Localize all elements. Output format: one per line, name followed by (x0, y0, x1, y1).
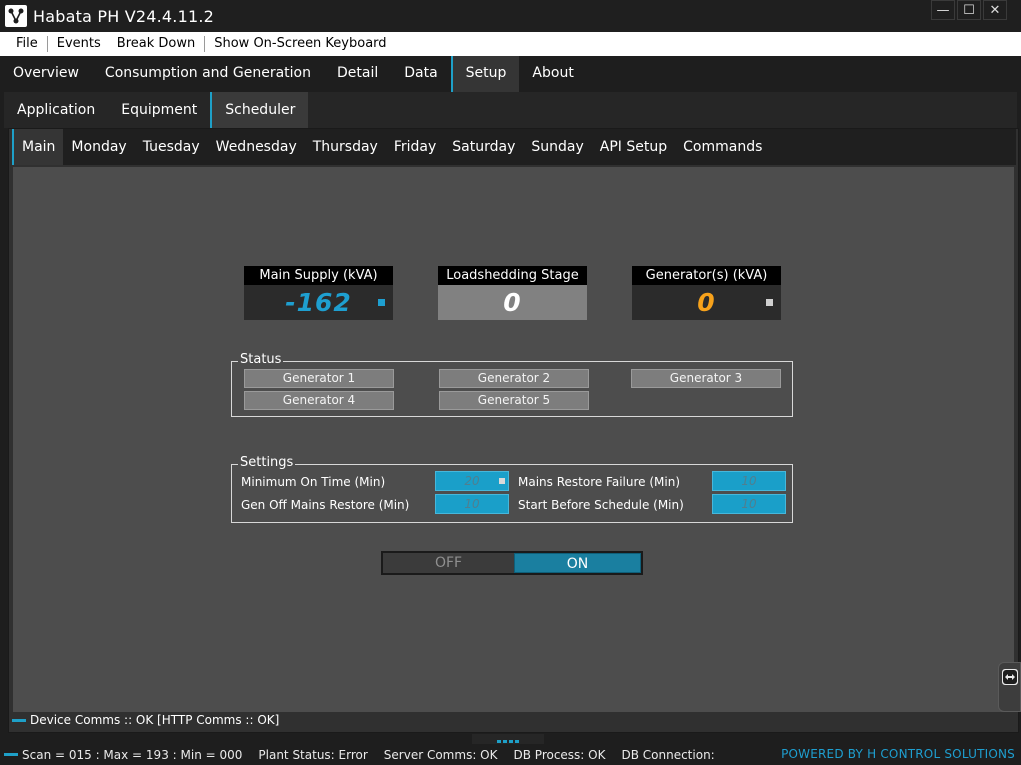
indicator-dot-icon (378, 299, 385, 306)
device-comms-status: Device Comms :: OK [HTTP Comms :: OK] (12, 713, 279, 727)
tab-overview[interactable]: Overview (0, 56, 92, 92)
tab-wednesday[interactable]: Wednesday (208, 129, 305, 165)
status-group-title: Status (238, 352, 284, 368)
generator-2-indicator[interactable]: Generator 2 (439, 369, 589, 388)
start-before-schedule-value: 10 (741, 497, 757, 511)
generator-1-indicator[interactable]: Generator 1 (244, 369, 394, 388)
db-connection-status: DB Connection: (621, 747, 715, 762)
tab-scheduler[interactable]: Scheduler (210, 92, 309, 128)
loadshedding-gauge: Loadshedding Stage 0 (438, 266, 587, 321)
loadshedding-label: Loadshedding Stage (438, 266, 587, 285)
main-supply-value: -162 (244, 285, 393, 320)
main-panel: Main Supply (kVA) -162 Loadshedding Stag… (13, 167, 1014, 712)
menu-bar: File Events Break Down Show On-Screen Ke… (0, 32, 1021, 56)
scheduler-on-off-toggle[interactable]: OFF ON (381, 551, 643, 575)
tab-consumption-and-generation[interactable]: Consumption and Generation (92, 56, 324, 92)
loadshedding-value-text: 0 (503, 288, 522, 317)
tab-thursday[interactable]: Thursday (305, 129, 386, 165)
tab-about[interactable]: About (519, 56, 586, 92)
scheduler-container: Main Monday Tuesday Wednesday Thursday F… (8, 128, 1019, 733)
remote-support-icon[interactable] (1002, 669, 1018, 685)
tab-api-setup[interactable]: API Setup (592, 129, 675, 165)
tab-monday[interactable]: Monday (63, 129, 134, 165)
generators-value: 0 (632, 285, 781, 320)
menu-break-down[interactable]: Break Down (109, 32, 203, 56)
remote-support-widget[interactable] (998, 662, 1021, 712)
powered-by-link[interactable]: POWERED BY H CONTROL SOLUTIONS (781, 747, 1015, 761)
settings-group-title: Settings (238, 455, 296, 471)
menu-events[interactable]: Events (49, 32, 109, 56)
settings-group: Settings Minimum On Time (Min) 20 Mains … (231, 455, 793, 523)
mains-restore-failure-label: Mains Restore Failure (Min) (518, 475, 681, 489)
main-tab-bar: Overview Consumption and Generation Deta… (0, 56, 1021, 92)
gen-off-mains-restore-value: 10 (464, 497, 480, 511)
generator-5-indicator[interactable]: Generator 5 (439, 391, 589, 410)
main-supply-value-text: -162 (285, 288, 352, 317)
scan-status: Scan = 015 : Max = 193 : Min = 000 (22, 747, 243, 762)
window-title: Habata PH V24.4.11.2 (33, 6, 215, 26)
tab-tuesday[interactable]: Tuesday (135, 129, 208, 165)
generators-label: Generator(s) (kVA) (632, 266, 781, 285)
toggle-off-option[interactable]: OFF (383, 553, 514, 573)
gen-off-mains-restore-label: Gen Off Mains Restore (Min) (241, 498, 410, 512)
tab-equipment[interactable]: Equipment (108, 92, 210, 128)
generators-gauge: Generator(s) (kVA) 0 (632, 266, 781, 321)
min-on-time-label: Minimum On Time (Min) (241, 475, 386, 489)
generators-value-text: 0 (697, 288, 716, 317)
generator-4-indicator[interactable]: Generator 4 (244, 391, 394, 410)
db-process-status: DB Process: OK (513, 747, 606, 762)
scheduler-tab-bar: Main Monday Tuesday Wednesday Thursday F… (12, 129, 1016, 165)
start-before-schedule-label: Start Before Schedule (Min) (518, 498, 684, 512)
title-bar: Habata PH V24.4.11.2 — ☐ ✕ (0, 0, 1021, 32)
loadshedding-value: 0 (438, 285, 587, 320)
status-bar: Scan = 015 : Max = 193 : Min = 000 Plant… (0, 744, 1021, 765)
tab-commands[interactable]: Commands (675, 129, 770, 165)
tab-saturday[interactable]: Saturday (444, 129, 523, 165)
indicator-dot-icon (766, 299, 773, 306)
server-comms-status: Server Comms: OK (383, 747, 498, 762)
resize-grip-icon[interactable] (472, 734, 544, 744)
min-on-time-value: 20 (464, 474, 480, 488)
menu-separator (204, 36, 206, 52)
tab-data[interactable]: Data (391, 56, 450, 92)
tab-friday[interactable]: Friday (386, 129, 444, 165)
tab-application[interactable]: Application (4, 92, 108, 128)
start-before-schedule-input[interactable]: 10 (712, 494, 786, 514)
plant-status: Plant Status: Error (258, 747, 368, 762)
device-comms-text: Device Comms :: OK [HTTP Comms :: OK] (30, 713, 280, 727)
minimize-button[interactable]: — (931, 0, 955, 20)
menu-separator (46, 36, 48, 52)
mains-restore-failure-value: 10 (741, 474, 757, 488)
status-group: Status Generator 1 Generator 2 Generator… (231, 352, 793, 417)
toggle-on-option[interactable]: ON (514, 553, 641, 573)
menu-file[interactable]: File (0, 32, 46, 56)
main-supply-gauge: Main Supply (kVA) -162 (244, 266, 393, 321)
tab-detail[interactable]: Detail (324, 56, 391, 92)
accent-dash-icon (12, 718, 26, 722)
min-on-time-input[interactable]: 20 (435, 471, 509, 491)
tab-sunday[interactable]: Sunday (523, 129, 591, 165)
main-supply-label: Main Supply (kVA) (244, 266, 393, 285)
accent-dash-icon (4, 753, 18, 756)
app-logo-icon (5, 5, 27, 27)
tab-setup[interactable]: Setup (450, 56, 520, 92)
menu-show-on-screen-keyboard[interactable]: Show On-Screen Keyboard (206, 32, 394, 56)
setup-tab-bar: Application Equipment Scheduler (4, 92, 1017, 128)
close-button[interactable]: ✕ (983, 0, 1007, 20)
maximize-button[interactable]: ☐ (957, 0, 981, 20)
generator-3-indicator[interactable]: Generator 3 (631, 369, 781, 388)
gen-off-mains-restore-input[interactable]: 10 (435, 494, 509, 514)
mains-restore-failure-input[interactable]: 10 (712, 471, 786, 491)
tab-main[interactable]: Main (12, 129, 64, 165)
indicator-dot-icon (499, 478, 505, 484)
